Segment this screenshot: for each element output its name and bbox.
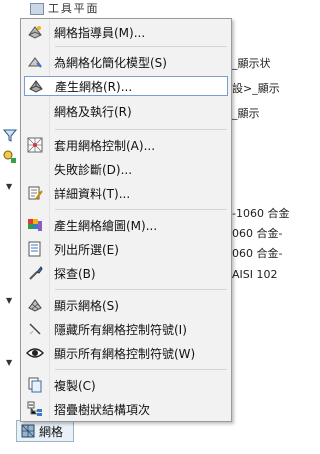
tree-node-text: 060 合金- (232, 247, 283, 260)
filter-icon[interactable] (2, 128, 18, 145)
mesh-wizard-icon (24, 23, 46, 41)
mesh-context-menu: 網格指導員(M)... 為網格化簡化模型(S) 產生網格(R)... 網格及執行… (20, 18, 232, 422)
menu-item-mesh-wizard[interactable]: 網格指導員(M)... (24, 22, 228, 42)
menu-item-show-controls[interactable]: 顯示所有網格控制符號(W) (24, 343, 228, 363)
menu-item-details[interactable]: 詳細資料(T)... (24, 183, 228, 203)
hide-symbols-icon (24, 320, 46, 338)
menu-item-list-selected[interactable]: 列出所選(E) (24, 239, 228, 259)
menu-item-label: 失敗診斷(D)... (54, 162, 133, 177)
menu-item-label: 網格指導員(M)... (54, 25, 146, 40)
tree-node-text: 設>​_顯示 (232, 82, 280, 95)
show-mesh-icon (24, 296, 46, 314)
mesh-node-label: 網格 (39, 424, 64, 439)
copy-icon (24, 376, 46, 394)
menu-item-hide-controls[interactable]: 隱藏所有網格控制符號(I) (24, 319, 228, 339)
tree-node-text: 060 合金- (232, 227, 283, 240)
top-plane-label: 工 具 平 面 (48, 2, 98, 15)
empty-icon-slot (24, 160, 46, 178)
list-icon (24, 240, 46, 258)
tree-node-text: _​顯示​状 (232, 57, 271, 70)
eye-icon (24, 344, 46, 362)
menu-item-label: 顯示所有網格控制符號(W) (54, 346, 196, 361)
menu-item-show-mesh[interactable]: 顯示網格(S) (24, 295, 228, 315)
tree-node-text: _​顯示 (232, 107, 260, 120)
simplify-model-icon (24, 53, 46, 71)
menu-item-label: 顯示網格(S) (54, 298, 119, 313)
menu-separator (55, 209, 227, 210)
menu-item-probe[interactable]: 探查(B) (24, 263, 228, 283)
menu-separator (55, 129, 227, 130)
menu-item-create-mesh[interactable]: 產生網格(R)... (24, 76, 228, 96)
details-icon (24, 184, 46, 202)
mesh-control-icon (24, 136, 46, 154)
menu-item-label: 摺疊樹狀結構項次 (54, 402, 151, 417)
menu-item-mesh-and-run[interactable]: 網格及執行(R) (24, 101, 228, 121)
menu-item-mesh-plot[interactable]: 產生網格繪圖(M)... (24, 215, 228, 235)
mesh-plot-icon (24, 216, 46, 234)
menu-item-label: 為網格化簡化模型(S) (54, 55, 167, 70)
tree-node-text: AISI 102 (232, 268, 278, 281)
menu-item-label: 列出所選(E) (54, 242, 119, 257)
probe-icon (24, 264, 46, 282)
mesh-node-icon (21, 424, 35, 438)
menu-item-collapse-tree[interactable]: 摺疊樹狀結構項次 (24, 399, 228, 419)
menu-item-copy[interactable]: 複製(C) (24, 375, 228, 395)
expand-arrow[interactable]: ▼ (6, 296, 12, 305)
tree-node-text: -1060 合金 (232, 207, 290, 220)
menu-item-label: 產生網格(R)... (55, 79, 133, 94)
empty-icon-slot (24, 102, 46, 120)
menu-item-label: 產生網格繪圖(M)... (54, 218, 158, 233)
top-plane-item[interactable]: 工 具 平 面 (30, 0, 98, 15)
create-mesh-icon (25, 77, 47, 95)
menu-item-failure-diagnosis[interactable]: 失敗診斷(D)... (24, 159, 228, 179)
menu-item-label: 複製(C) (54, 378, 96, 393)
collapse-tree-icon (24, 400, 46, 418)
expand-arrow[interactable]: ▼ (6, 358, 12, 367)
search-study-icon[interactable] (3, 150, 17, 167)
menu-item-label: 詳細資料(T)... (54, 186, 131, 201)
menu-separator (55, 46, 227, 47)
menu-item-label: 套用網格控制(A)... (54, 138, 156, 153)
menu-item-apply-control[interactable]: 套用網格控制(A)... (24, 135, 228, 155)
plane-icon (30, 3, 44, 15)
menu-item-label: 隱藏所有網格控制符號(I) (54, 322, 187, 337)
mesh-tree-node[interactable]: 網格 (16, 420, 74, 442)
menu-item-simplify[interactable]: 為網格化簡化模型(S) (24, 52, 228, 72)
menu-separator (55, 289, 227, 290)
menu-separator (55, 369, 227, 370)
expand-arrow[interactable]: ▼ (6, 182, 12, 191)
menu-item-label: 網格及執行(R) (54, 104, 132, 119)
menu-item-label: 探查(B) (54, 266, 96, 281)
